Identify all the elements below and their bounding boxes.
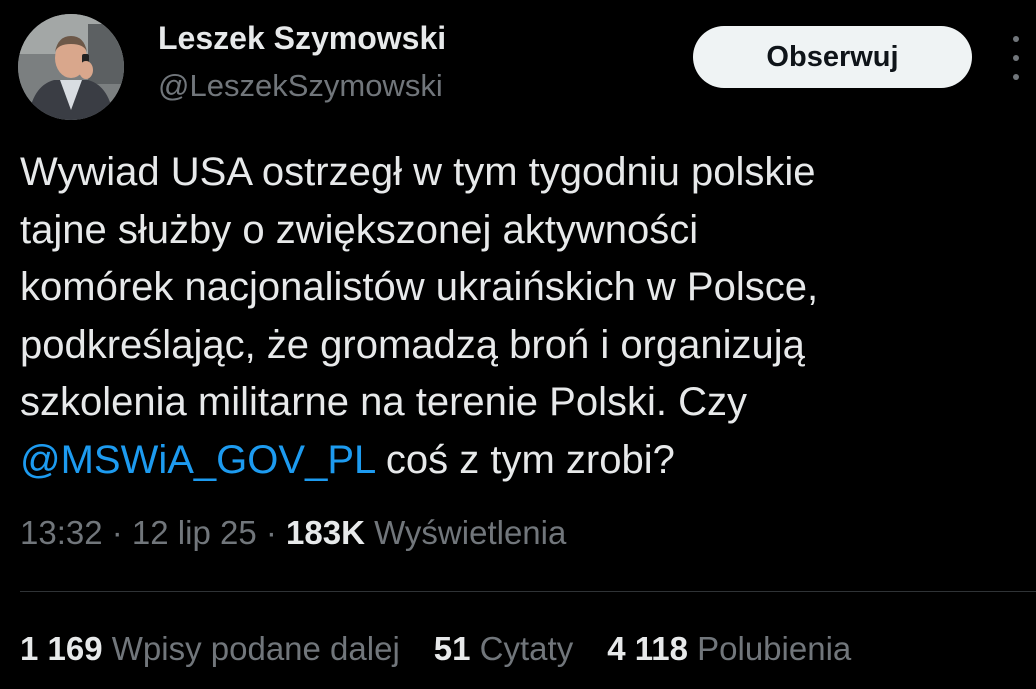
divider xyxy=(20,591,1036,592)
views-count[interactable]: 183K xyxy=(286,514,365,551)
tweet-line-last: @MSWiA_GOV_PL coś z tym zrobi? xyxy=(20,432,1020,490)
avatar-photo xyxy=(18,14,124,120)
reposts-count: 1 169 xyxy=(20,630,103,667)
tweet-time[interactable]: 13:32 xyxy=(20,514,103,551)
tweet-line: szkolenia militarne na terenie Polski. C… xyxy=(20,380,747,424)
quotes-label: Cytaty xyxy=(470,630,574,667)
reposts-label: Wpisy podane dalej xyxy=(102,630,400,667)
tweet-line: tajne służby o zwiększonej aktywności xyxy=(20,207,699,252)
tweet-date[interactable]: 12 lip 25 xyxy=(132,514,257,551)
more-vertical-icon[interactable] xyxy=(1004,36,1028,80)
meta-separator: · xyxy=(256,514,287,551)
views-label[interactable]: Wyświetlenia xyxy=(365,514,566,551)
likes-label: Polubienia xyxy=(687,630,852,667)
tweet-line: komórek nacjonalistów ukraińskich w Pols… xyxy=(20,265,819,309)
avatar[interactable] xyxy=(18,14,124,120)
quotes-stat[interactable]: 51 Cytaty xyxy=(434,630,573,668)
tweet-meta: 13:32 · 12 lip 25 · 183K Wyświetlenia xyxy=(20,514,566,552)
tweet-text: Wywiad USA ostrzegł w tym tygodniu polsk… xyxy=(20,144,1020,489)
engagement-stats: 1 169 Wpisy podane dalej 51 Cytaty 4 118… xyxy=(20,630,885,668)
tweet-line-rest: coś z tym zrobi? xyxy=(374,437,675,482)
tweet-line: podkreślając, że gromadzą broń i organiz… xyxy=(20,322,805,367)
more-dot xyxy=(1013,36,1019,42)
meta-separator: · xyxy=(102,514,132,551)
likes-stat[interactable]: 4 118 Polubienia xyxy=(607,630,851,668)
follow-button[interactable]: Obserwuj xyxy=(693,26,972,88)
author-name[interactable]: Leszek Szymowski xyxy=(158,20,446,57)
author-handle[interactable]: @LeszekSzymowski xyxy=(158,68,443,104)
quotes-count: 51 xyxy=(433,630,471,667)
tweet-line: Wywiad USA ostrzegł w tym tygodniu polsk… xyxy=(20,150,816,194)
mention-link[interactable]: @MSWiA_GOV_PL xyxy=(20,438,375,482)
more-dot xyxy=(1013,55,1019,61)
more-dot xyxy=(1013,74,1019,80)
reposts-stat[interactable]: 1 169 Wpisy podane dalej xyxy=(20,630,400,668)
likes-count: 4 118 xyxy=(607,630,688,667)
